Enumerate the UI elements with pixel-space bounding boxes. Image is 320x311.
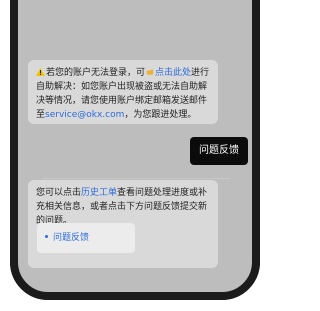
feedback-message[interactable]: 问题反馈 [190, 137, 248, 165]
warning-icon [36, 67, 45, 76]
ticket-history-link[interactable]: 历史工单 [81, 188, 117, 198]
message1-text-before: 若您的账户无法登录，可 [46, 68, 146, 78]
screen-stage: 若您的账户无法登录，可 点击此处进行自助解决：如您账户出现被盗或无法自助解决等情… [0, 0, 270, 311]
feedback-faq-label: 问题反馈 [53, 233, 90, 243]
message2-text-before: 您可以点击 [36, 188, 82, 198]
message1-text-end: ，为您跟进处理。 [124, 110, 197, 120]
support-email-link[interactable]: service@okx.com [45, 110, 124, 120]
feedback-faq-option[interactable]: 问题反馈 [37, 223, 135, 253]
support-message-1: 若您的账户无法登录，可 点击此处进行自助解决：如您账户出现被盗或无法自助解决等情… [28, 60, 218, 124]
chat-divider [42, 178, 230, 179]
hand-icon [146, 67, 154, 75]
login-help-link[interactable]: 点击此处 [155, 68, 191, 78]
bullet-icon [45, 235, 48, 238]
